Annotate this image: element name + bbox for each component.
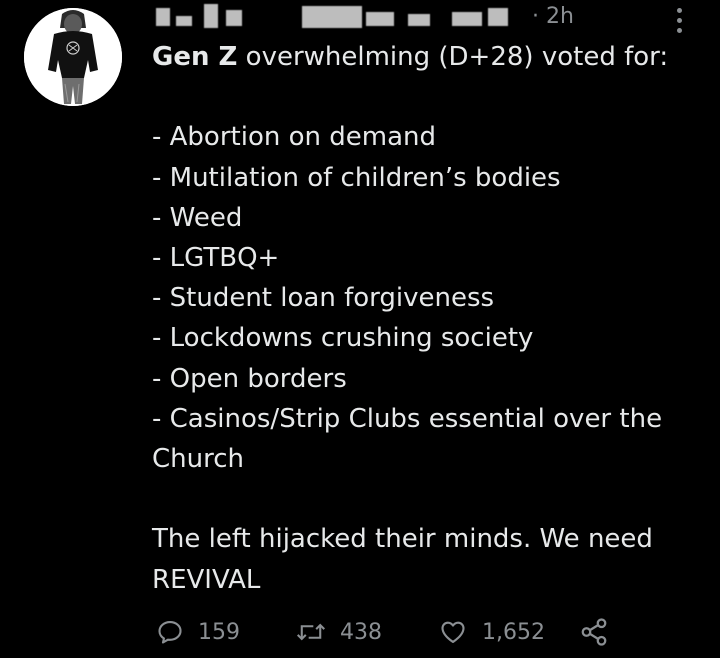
- list-item: - Abortion on demand: [152, 122, 436, 153]
- reply-button[interactable]: 159: [156, 612, 240, 652]
- avatar-image: [24, 8, 122, 106]
- list-item: - LGTBQ+: [152, 243, 280, 273]
- retweet-button[interactable]: 438: [296, 612, 382, 652]
- reply-count: 159: [198, 619, 240, 645]
- reply-icon: [158, 621, 182, 644]
- redacted-name: [226, 10, 242, 26]
- redacted-handle: [408, 14, 430, 26]
- redacted-handle: [302, 6, 362, 28]
- redacted-handle: [366, 12, 394, 26]
- more-icon: [677, 18, 682, 23]
- redacted-handle: [452, 12, 482, 26]
- retweet-icon: [296, 623, 326, 641]
- more-options-button[interactable]: [670, 6, 690, 36]
- list-item: - Open borders: [152, 363, 347, 394]
- tweet-header: · 2h: [152, 2, 672, 34]
- tweet-text: Gen Z overwhelming (D+28) voted for: - A…: [152, 37, 702, 600]
- tweet-headline: Gen Z overwhelming (D+28) voted for:: [152, 37, 702, 77]
- tweet-closing: The left hijacked their minds. We need R…: [152, 524, 653, 595]
- action-bar: 159 438 1,652: [152, 612, 692, 652]
- headline-bold: Gen Z: [152, 42, 238, 72]
- heart-icon: [441, 621, 465, 643]
- timestamp[interactable]: · 2h: [532, 4, 574, 29]
- more-icon: [677, 8, 682, 13]
- share-icon: [581, 618, 607, 646]
- headline-rest: overwhelming (D+28) voted for:: [237, 42, 669, 72]
- list-item: - Student loan forgiveness: [152, 283, 495, 314]
- list-item: - Weed: [152, 202, 243, 233]
- redacted-name: [156, 8, 170, 26]
- list-item: - Mutilation of children’s bodies: [152, 162, 561, 193]
- redacted-name: [176, 16, 192, 26]
- like-button[interactable]: 1,652: [438, 612, 545, 652]
- redacted-name: [204, 4, 218, 28]
- list-item: - Lockdowns crushing society: [152, 323, 534, 354]
- redacted-handle: [488, 8, 508, 26]
- share-button[interactable]: [578, 612, 610, 652]
- avatar[interactable]: [24, 8, 122, 106]
- retweet-count: 438: [340, 619, 382, 645]
- list-item: - Casinos/Strip Clubs essential over the…: [152, 403, 663, 475]
- like-count: 1,652: [482, 619, 545, 645]
- tweet: · 2h Gen Z overwhelming (D+28) voted for…: [0, 0, 720, 658]
- more-icon: [677, 28, 682, 33]
